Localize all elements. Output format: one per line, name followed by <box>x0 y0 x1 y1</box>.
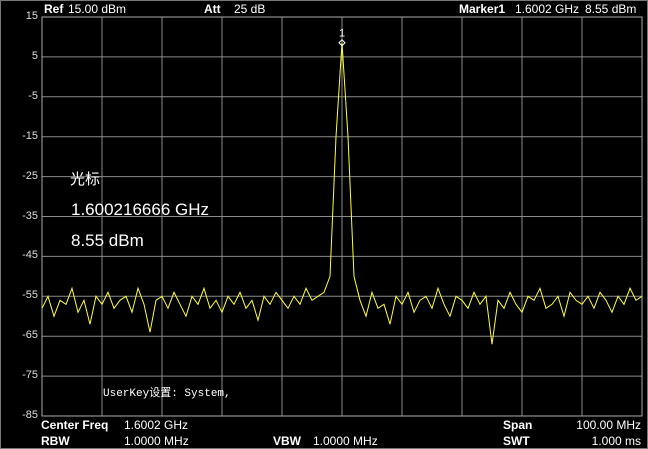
spectrum-plot: 1 <box>41 16 643 417</box>
rbw-value: 1.0000 MHz <box>124 434 189 448</box>
marker-readout-freq: 1.600216666 GHz <box>71 200 209 219</box>
span-value: 100.00 MHz <box>576 418 641 432</box>
marker-readout-level: 8.55 dBm <box>71 231 144 250</box>
att-label: Att <box>204 2 221 16</box>
vbw-label: VBW <box>273 434 301 448</box>
y-tick-label: -65 <box>22 329 38 342</box>
marker-readout-title: 光标 <box>70 171 101 188</box>
y-tick-label: -15 <box>22 129 38 142</box>
y-tick-label: 15 <box>25 10 38 22</box>
swt-label: SWT <box>503 434 530 448</box>
vbw-value: 1.0000 MHz <box>313 434 378 448</box>
marker-number-label: 1 <box>339 28 345 40</box>
y-tick-label: -45 <box>22 249 38 262</box>
marker-level: 8.55 dBm <box>585 2 637 16</box>
y-tick-label: -75 <box>22 369 38 382</box>
swt-value: 1.000 ms <box>591 434 641 448</box>
ref-label: Ref <box>44 2 64 16</box>
span-label: Span <box>503 418 533 432</box>
y-tick-label: -25 <box>22 169 38 182</box>
marker-label: Marker1 <box>459 2 506 16</box>
marker-freq: 1.6002 GHz <box>515 2 580 16</box>
userkey-status: UserKey设置: System, <box>103 388 231 400</box>
center-freq-value: 1.6002 GHz <box>124 418 189 432</box>
center-freq-label: Center Freq <box>41 418 109 432</box>
rbw-label: RBW <box>41 434 70 448</box>
ref-value: 15.00 dBm <box>68 2 127 16</box>
y-tick-label: -55 <box>22 289 38 302</box>
y-tick-label: 5 <box>31 49 38 62</box>
y-tick-label: -35 <box>22 209 38 222</box>
y-tick-label: -85 <box>22 409 38 421</box>
y-tick-label: -5 <box>28 89 38 102</box>
att-value: 25 dB <box>234 2 266 16</box>
